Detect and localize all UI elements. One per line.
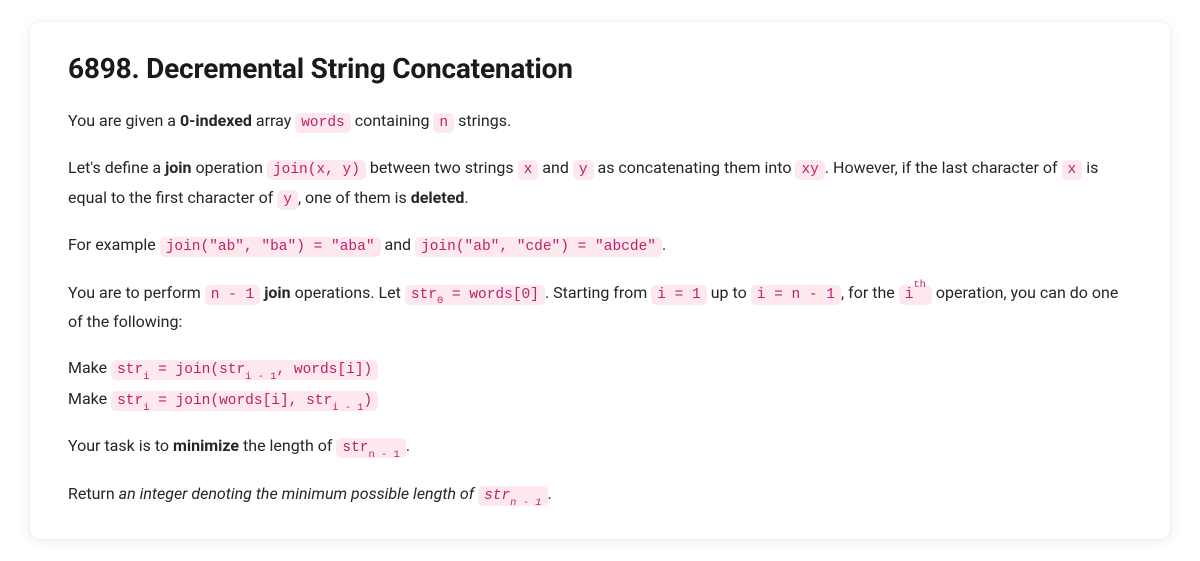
code-x: x	[518, 160, 539, 180]
code-n: n	[433, 113, 454, 133]
code-n-minus-1: n - 1	[205, 285, 261, 305]
paragraph-intro: You are given a 0-indexed array words co…	[68, 107, 1132, 136]
code-y: y	[573, 160, 594, 180]
bold-text: deleted	[411, 188, 465, 207]
code-y: y	[277, 190, 298, 210]
text: .	[464, 188, 468, 207]
paragraph-task: Your task is to minimize the length of s…	[68, 432, 1132, 461]
text: containing	[351, 111, 434, 130]
text: the length of	[239, 436, 336, 455]
code-str-n-1: strn - 1	[478, 486, 547, 506]
text: . Starting from	[545, 283, 651, 302]
code-option-a: stri = join(stri - 1, words[i])	[111, 360, 378, 380]
code-str-n-1: strn - 1	[336, 438, 405, 458]
bold-text: join	[165, 158, 191, 177]
text: Return	[68, 484, 119, 503]
text: Let's define a	[68, 158, 165, 177]
paragraph-join-def: Let's define a join operation join(x, y)…	[68, 154, 1132, 213]
text: and	[381, 235, 416, 254]
text: Make	[68, 389, 111, 408]
text: and	[538, 158, 573, 177]
bold-text: 0-indexed	[180, 111, 252, 130]
text: array	[252, 111, 295, 130]
text: For example	[68, 235, 160, 254]
text: .	[406, 436, 410, 455]
paragraph-option-a: Make stri = join(stri - 1, words[i])	[68, 354, 1132, 383]
code-example2: join("ab", "cde") = "abcde"	[415, 237, 662, 257]
code-ith: ith	[899, 285, 932, 305]
text: . However, if the last character of	[825, 158, 1062, 177]
text: up to	[707, 283, 751, 302]
text: operation	[191, 158, 266, 177]
bold-text: join	[264, 283, 290, 302]
text: strings.	[454, 111, 511, 130]
text: Your task is to	[68, 436, 173, 455]
italic-text: an integer denoting the minimum possible…	[119, 484, 548, 503]
text: , for the	[841, 283, 899, 302]
code-x: x	[1062, 160, 1083, 180]
paragraph-option-b: Make stri = join(words[i], stri - 1)	[68, 385, 1132, 414]
code-i-eq-n-1: i = n - 1	[751, 285, 841, 305]
paragraph-return: Return an integer denoting the minimum p…	[68, 480, 1132, 509]
text: You are given a	[68, 111, 180, 130]
text: as concatenating them into	[594, 158, 796, 177]
code-option-b: stri = join(words[i], stri - 1)	[111, 391, 378, 411]
paragraph-operations: You are to perform n - 1 join operations…	[68, 279, 1132, 336]
code-example1: join("ab", "ba") = "aba"	[160, 237, 381, 257]
code-xy: xy	[795, 160, 824, 180]
text: Make	[68, 358, 111, 377]
code-join: join(x, y)	[267, 160, 366, 180]
bold-text: minimize	[173, 436, 239, 455]
code-words: words	[295, 113, 351, 133]
code-i-eq-1: i = 1	[651, 285, 707, 305]
text: between two strings	[366, 158, 518, 177]
text: You are to perform	[68, 283, 205, 302]
text: operations. Let	[291, 283, 405, 302]
problem-card: 6898. Decremental String Concatenation Y…	[30, 22, 1170, 539]
text: .	[662, 235, 666, 254]
code-str0: str0 = words[0]	[405, 285, 545, 305]
problem-title: 6898. Decremental String Concatenation	[68, 52, 1132, 85]
text: , one of them is	[298, 188, 411, 207]
paragraph-example: For example join("ab", "ba") = "aba" and…	[68, 231, 1132, 260]
text: .	[548, 484, 552, 503]
